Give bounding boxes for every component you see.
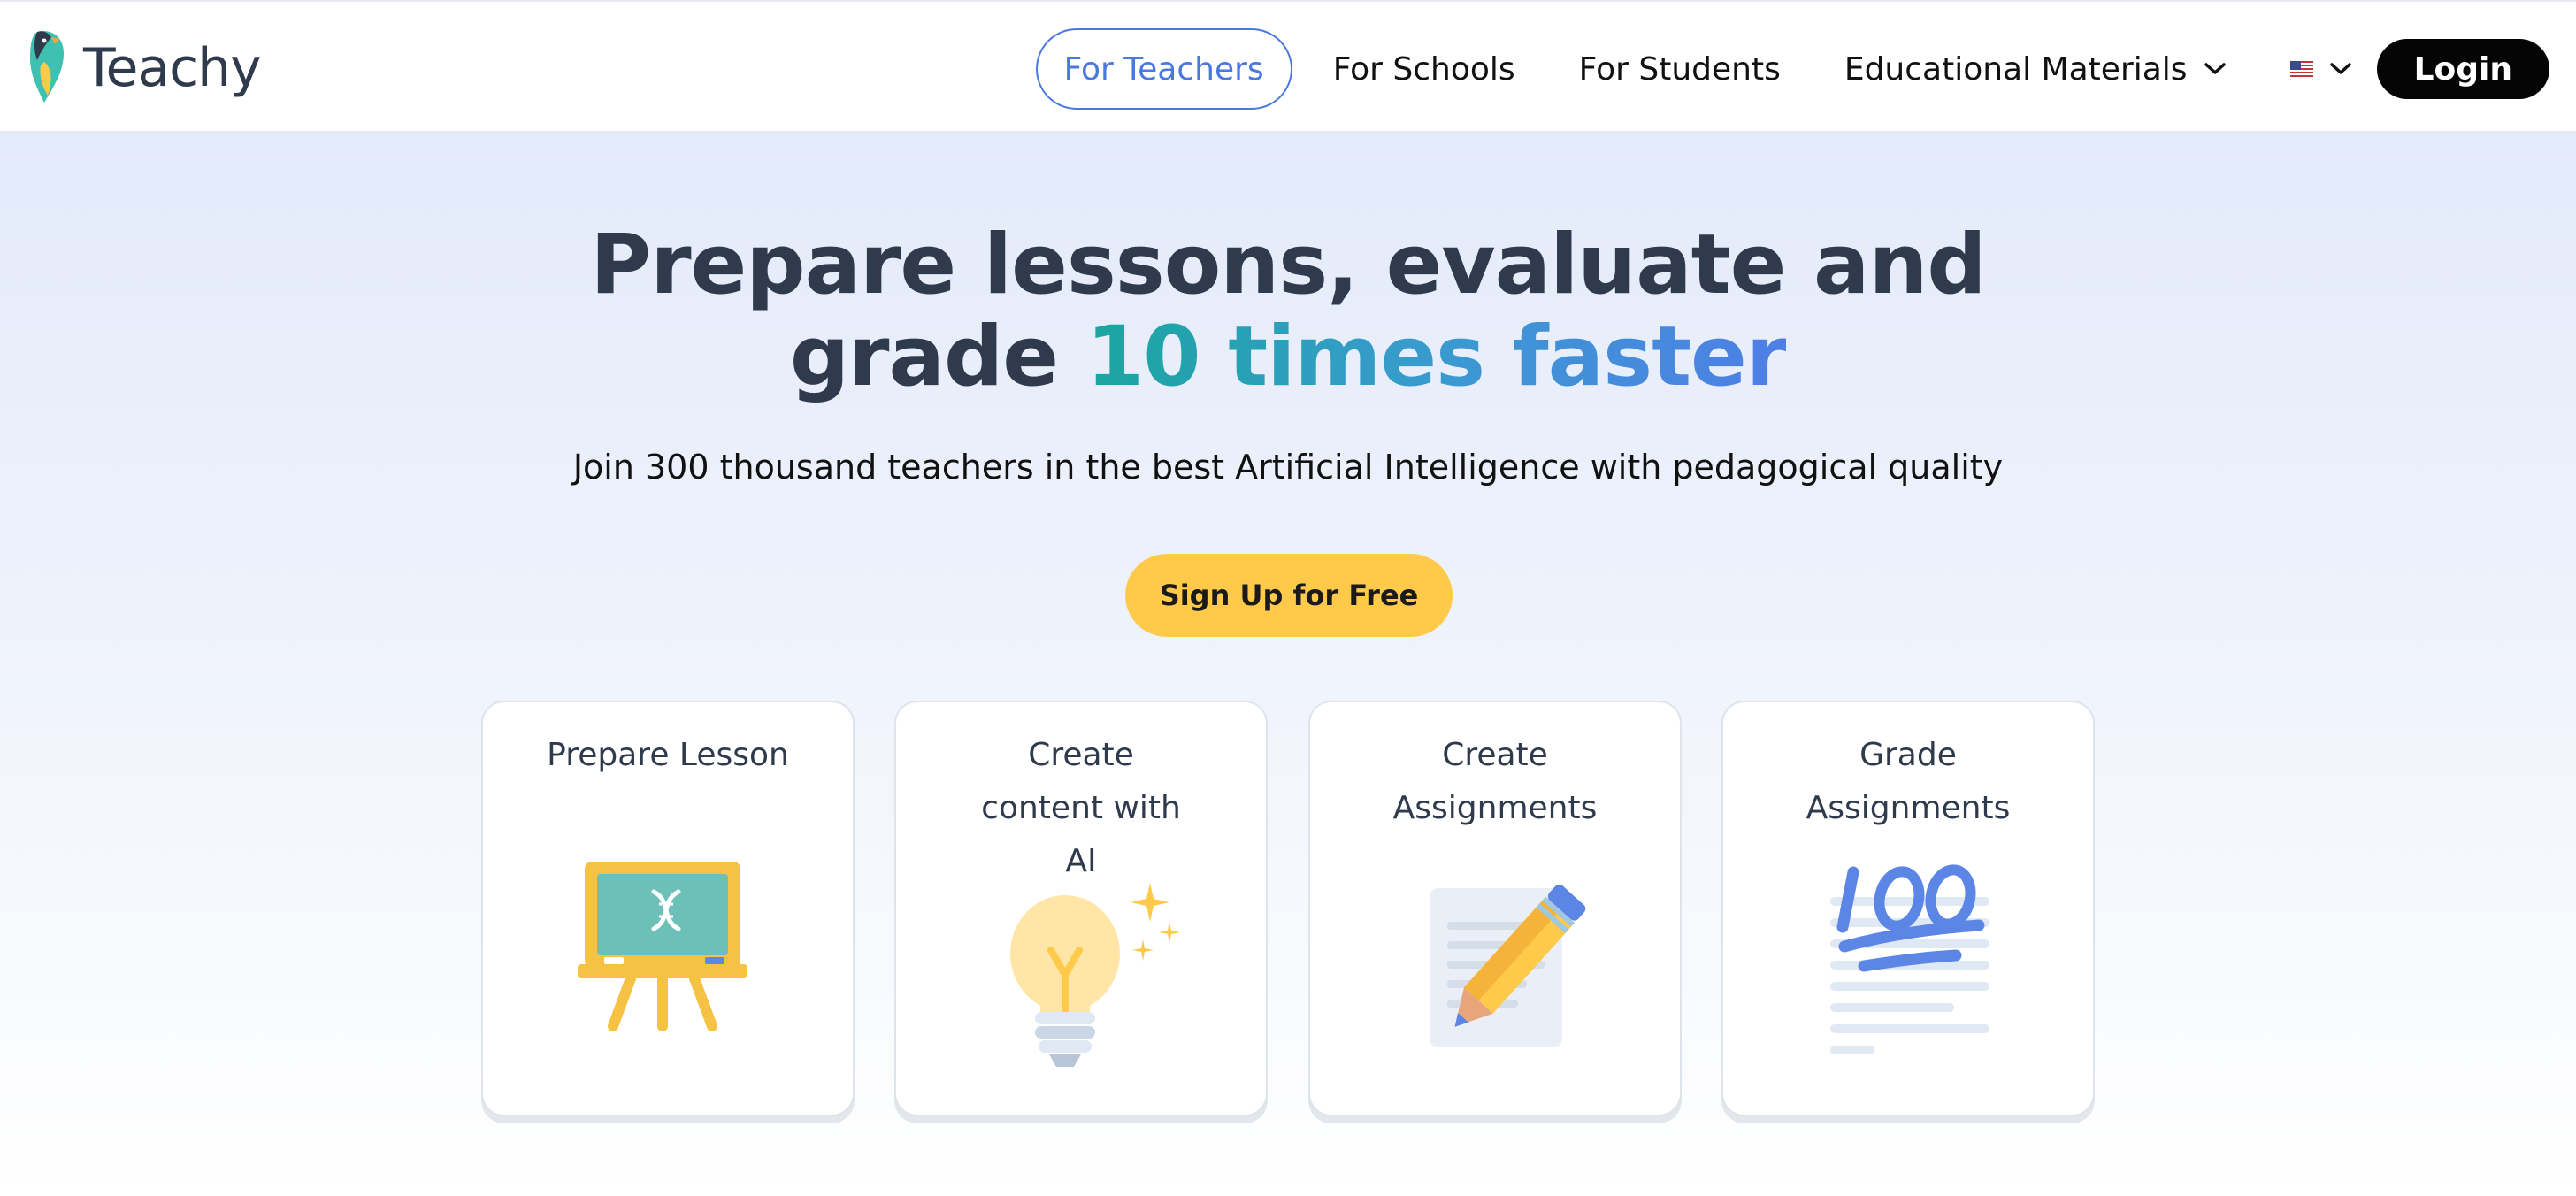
teachy-logo[interactable]: Teachy — [25, 27, 262, 110]
us-flag-icon — [2289, 61, 2313, 77]
chevron-down-icon — [2204, 63, 2226, 74]
headline-line-2-prefix: grade — [789, 309, 1086, 405]
chevron-down-icon — [2329, 63, 2351, 74]
card-prepare-lesson[interactable]: Prepare Lesson — [481, 701, 855, 1116]
main-nav: For Teachers For Schools For Students Ed… — [1035, 28, 2549, 110]
headline-line-1: Prepare lessons, evaluate and — [590, 217, 1986, 313]
top-navigation-bar: Teachy For Teachers For Schools For Stud… — [0, 0, 2576, 133]
card-create-assignments[interactable]: Create Assignments — [1308, 701, 1682, 1116]
nav-educational-materials-label: Educational Materials — [1844, 50, 2188, 88]
language-selector[interactable] — [2258, 28, 2377, 110]
headline-highlight: 10 times faster — [1085, 309, 1787, 405]
logo-text: Teachy — [83, 37, 262, 99]
card-create-content-ai[interactable]: Create content with AI — [894, 701, 1268, 1116]
lightbulb-icon — [1010, 883, 1180, 1067]
nav-educational-materials[interactable]: Educational Materials — [1813, 28, 2258, 110]
pencil-paper-icon — [1430, 884, 1586, 1047]
nav-for-schools[interactable]: For Schools — [1301, 28, 1547, 110]
hero-headline: Prepare lessons, evaluate and grade 10 t… — [0, 219, 2576, 403]
parrot-logo-icon — [30, 31, 64, 103]
hero-section: Prepare lessons, evaluate and grade 10 t… — [0, 133, 2576, 1196]
hero-subtitle: Join 300 thousand teachers in the best A… — [572, 448, 2004, 487]
sign-up-button[interactable]: Sign Up for Free — [1125, 554, 1453, 637]
nav-for-students[interactable]: For Students — [1547, 28, 1813, 110]
card-grade-assignments[interactable]: Grade Assignments — [1721, 701, 2095, 1116]
chalkboard-icon — [578, 862, 748, 1031]
hundred-points-icon — [1830, 864, 1990, 1054]
card-title: Prepare Lesson — [547, 737, 789, 773]
card-title: Create Assignments — [1392, 737, 1598, 826]
nav-for-teachers[interactable]: For Teachers — [1035, 28, 1292, 110]
login-button[interactable]: Login — [2376, 39, 2549, 99]
card-title: Grade Assignments — [1806, 737, 2011, 826]
